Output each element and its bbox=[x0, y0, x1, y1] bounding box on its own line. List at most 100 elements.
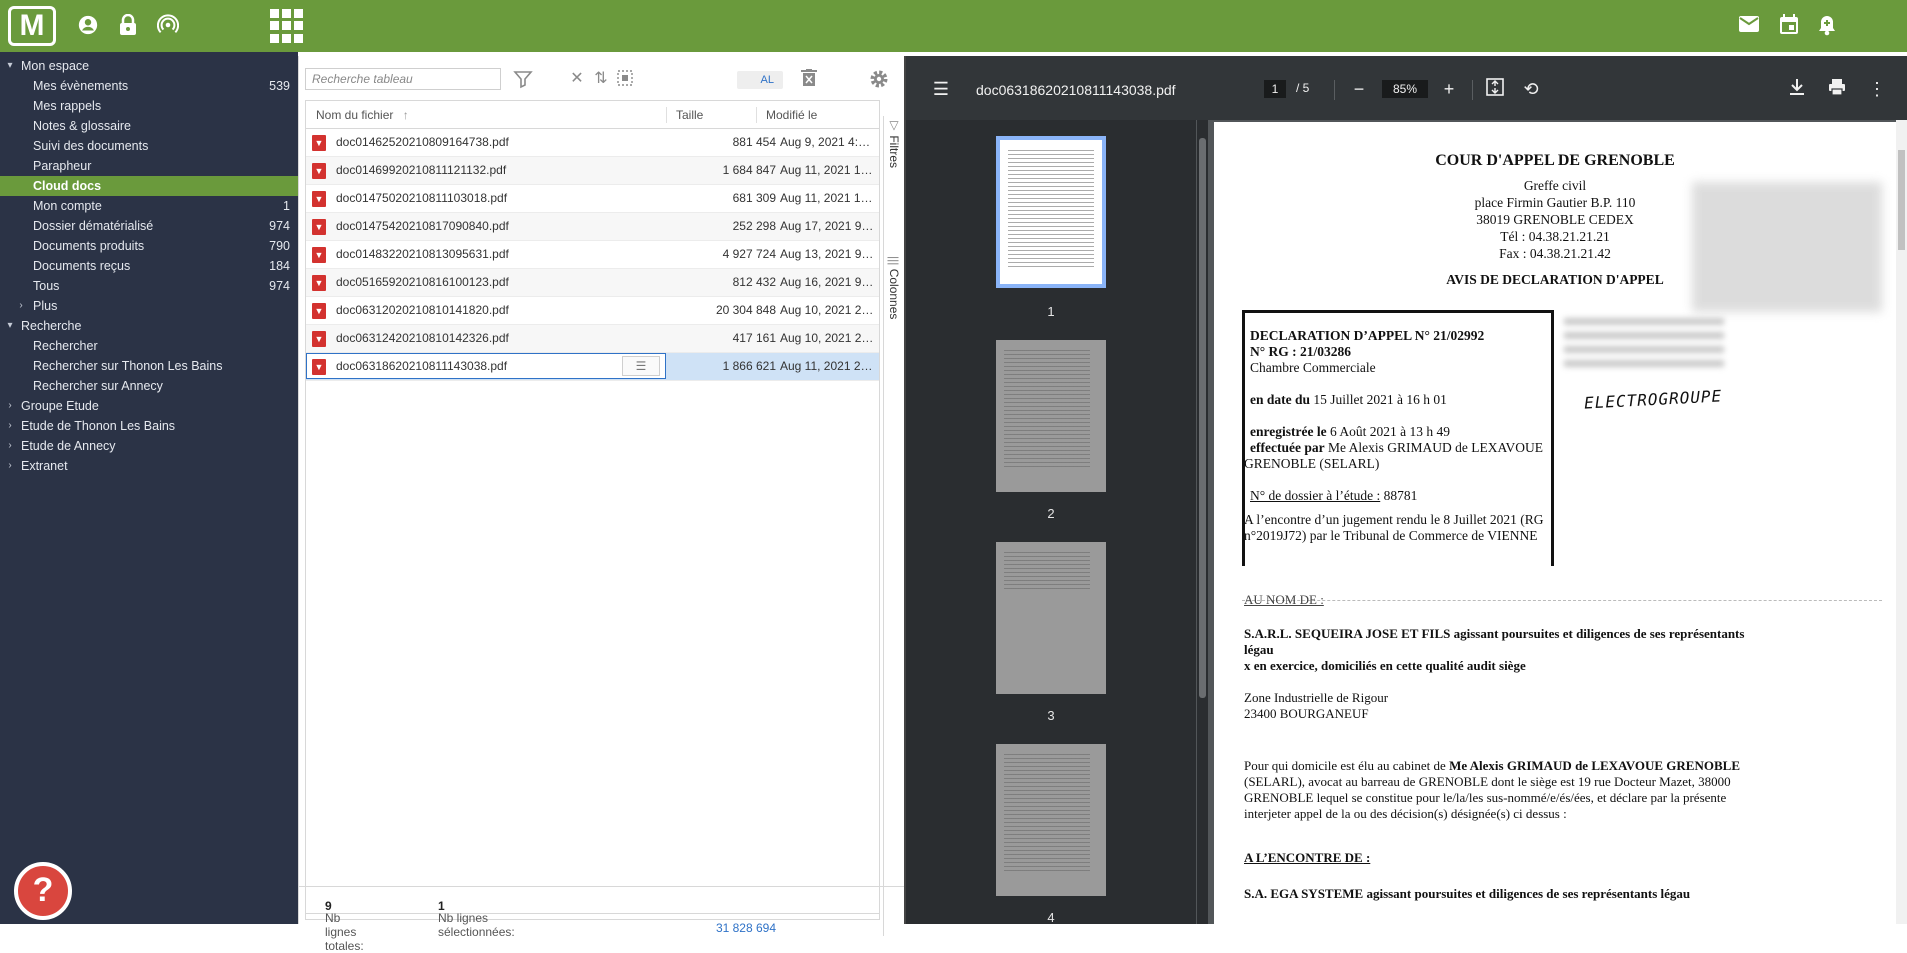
pdf-file-icon: ▼ bbox=[312, 275, 326, 291]
apps-grid-icon[interactable] bbox=[270, 9, 304, 43]
mail-icon[interactable] bbox=[1737, 14, 1761, 38]
sidebar-item-documents-produits[interactable]: Documents produits 790 bbox=[0, 236, 298, 256]
page-thumbnail[interactable] bbox=[996, 744, 1106, 896]
filters-tab[interactable]: ▽ Filtres bbox=[887, 118, 901, 168]
sidebar-item-count: 974 bbox=[269, 279, 290, 293]
sidebar-item-recherche[interactable]: ▾ Recherche bbox=[0, 316, 298, 336]
rotate-icon[interactable]: ⟲ bbox=[1520, 78, 1542, 100]
sidebar-item-label: Recherche bbox=[21, 319, 82, 333]
zoom-out-icon[interactable]: − bbox=[1348, 78, 1370, 100]
toolbar-divider bbox=[1472, 80, 1473, 100]
table-row[interactable]: ▼ doc01462520210809164738.pdf 881 454 Au… bbox=[306, 129, 879, 157]
table-row[interactable]: ▼ doc05165920210816100123.pdf 812 432 Au… bbox=[306, 269, 879, 297]
page-thumbnail[interactable] bbox=[996, 136, 1106, 288]
user-circle-icon[interactable] bbox=[76, 14, 100, 38]
fit-page-icon[interactable] bbox=[1484, 78, 1506, 100]
broadcast-icon[interactable] bbox=[156, 14, 180, 38]
sidebar-item-tous[interactable]: Tous 974 bbox=[0, 276, 298, 296]
table-row[interactable]: ▼ doc01483220210813095631.pdf 4 927 724 … bbox=[306, 241, 879, 269]
file-size: 681 309 bbox=[732, 191, 776, 205]
zoom-level-input[interactable]: 85% bbox=[1382, 80, 1428, 98]
sidebar-item-extranet[interactable]: › Extranet bbox=[0, 456, 298, 476]
table-row[interactable]: ▼ doc01475020210811103018.pdf 681 309 Au… bbox=[306, 185, 879, 213]
columns-tab[interactable]: ||| Colonnes bbox=[887, 256, 901, 319]
settings-gear-icon[interactable] bbox=[869, 69, 889, 89]
doc-dossier: N° de dossier à l’étude : 88781 bbox=[1250, 488, 1418, 503]
sidebar-item-count: 974 bbox=[269, 219, 290, 233]
sort-icon[interactable]: ⇅ bbox=[591, 69, 611, 89]
sidebar-item-parapheur[interactable]: Parapheur bbox=[0, 156, 298, 176]
doc-made-by: effectuée par Me Alexis GRIMAUD de LEXAV… bbox=[1250, 440, 1543, 455]
doc-court: COUR D'APPEL DE GRENOBLE bbox=[1435, 152, 1675, 169]
table-row[interactable]: ▼ doc06312420210810142326.pdf 417 161 Au… bbox=[306, 325, 879, 353]
filter-small-icon: ▽ bbox=[887, 118, 901, 132]
file-modified: Aug 10, 2021 2:1... bbox=[780, 331, 875, 345]
doc-tel: Tél : 04.38.21.21.21 bbox=[1500, 229, 1610, 244]
sidebar-item-mes-rappels[interactable]: Mes rappels bbox=[0, 96, 298, 116]
file-modified: Aug 17, 2021 9:0... bbox=[780, 219, 875, 233]
doc-para4: interjeter appel de la ou des décision(s… bbox=[1244, 806, 1567, 821]
table-search-input[interactable]: Recherche tableau bbox=[305, 68, 501, 90]
lock-icon[interactable] bbox=[116, 13, 140, 38]
pdf-viewer: ☰ doc06318620210811143038.pdf 1 / 5 − 85… bbox=[906, 56, 1907, 925]
column-header-modified[interactable]: Modifié le bbox=[756, 101, 876, 129]
sidebar-item-plus[interactable]: › Plus bbox=[0, 296, 298, 316]
download-icon[interactable] bbox=[1786, 78, 1808, 100]
select-area-icon[interactable] bbox=[615, 69, 635, 89]
sidebar-item-mon-compte[interactable]: Mon compte 1 bbox=[0, 196, 298, 216]
table-row-selected[interactable]: ▼ doc06318620210811143038.pdf ☰ 1 866 62… bbox=[306, 353, 879, 381]
doc-party2: S.A. EGA SYSTEME agissant poursuites et … bbox=[1244, 886, 1691, 901]
chevron-right-icon: › bbox=[19, 300, 23, 311]
calendar-icon[interactable] bbox=[1777, 14, 1801, 38]
doc-registered: enregistrée le 6 Août 2021 à 13 h 49 bbox=[1250, 424, 1450, 439]
selected-rows-label: Nb lignes sélectionnées: 1 bbox=[438, 899, 515, 939]
al-toggle[interactable]: AL bbox=[737, 71, 783, 89]
pdf-file-name: doc06318620210811143038.pdf bbox=[976, 82, 1176, 98]
print-icon[interactable] bbox=[1826, 78, 1848, 100]
row-menu-button[interactable]: ☰ bbox=[622, 356, 660, 376]
column-header-name[interactable]: Nom du fichier ↑ bbox=[306, 101, 666, 129]
filter-icon[interactable] bbox=[513, 69, 533, 89]
zoom-in-icon[interactable]: + bbox=[1438, 78, 1460, 100]
sidebar-item-etude-thonon[interactable]: › Etude de Thonon Les Bains bbox=[0, 416, 298, 436]
table-row[interactable]: ▼ doc01475420210817090840.pdf 252 298 Au… bbox=[306, 213, 879, 241]
more-vertical-icon[interactable]: ⋮ bbox=[1866, 78, 1888, 100]
page-number-input[interactable]: 1 bbox=[1264, 80, 1286, 98]
sidebar-item-suivi-documents[interactable]: Suivi des documents bbox=[0, 136, 298, 156]
sidebar-item-notes-glossaire[interactable]: Notes & glossaire bbox=[0, 116, 298, 136]
sidebar-item-label: Parapheur bbox=[33, 159, 92, 173]
doc-party1: S.A.R.L. SEQUEIRA JOSE ET FILS agissant … bbox=[1244, 626, 1745, 641]
doc-handwritten-note: ELECTROGROUPE bbox=[1583, 386, 1723, 413]
file-size: 812 432 bbox=[732, 275, 776, 289]
delete-icon[interactable] bbox=[799, 69, 819, 89]
page-scrollbar[interactable] bbox=[1896, 120, 1907, 924]
doc-rg: N° RG : 21/03286 bbox=[1250, 344, 1352, 359]
sidebar-item-etude-annecy[interactable]: › Etude de Annecy bbox=[0, 436, 298, 456]
table-row[interactable]: ▼ doc06312020210810141820.pdf 20 304 848… bbox=[306, 297, 879, 325]
page-thumbnail[interactable] bbox=[996, 542, 1106, 694]
sidebar-item-rechercher-annecy[interactable]: Rechercher sur Annecy bbox=[0, 376, 298, 396]
sidebar-item-mon-espace[interactable]: ▾ Mon espace bbox=[0, 56, 298, 76]
help-button[interactable]: ? bbox=[14, 862, 72, 920]
sidebar-item-mes-evenements[interactable]: Mes évènements 539 bbox=[0, 76, 298, 96]
sidebar-item-rechercher-thonon[interactable]: Rechercher sur Thonon Les Bains bbox=[0, 356, 298, 376]
thumbnail-number: 2 bbox=[1047, 506, 1055, 521]
table-row[interactable]: ▼ doc01469920210811121132.pdf 1 684 847 … bbox=[306, 157, 879, 185]
sidebar-item-dossier-dematerialise[interactable]: Dossier dématérialisé 974 bbox=[0, 216, 298, 236]
sidebar-item-label: Groupe Etude bbox=[21, 399, 99, 413]
sidebar-item-count: 790 bbox=[269, 239, 290, 253]
file-name: doc01483220210813095631.pdf bbox=[336, 247, 509, 261]
bell-plus-icon[interactable] bbox=[1815, 14, 1839, 38]
column-header-size[interactable]: Taille bbox=[666, 101, 756, 129]
sidebar-item-groupe-etude[interactable]: › Groupe Etude bbox=[0, 396, 298, 416]
side-tabs: ▽ Filtres ||| Colonnes bbox=[883, 116, 903, 936]
sidebar-item-rechercher[interactable]: Rechercher bbox=[0, 336, 298, 356]
sidebar-item-documents-recus[interactable]: Documents reçus 184 bbox=[0, 256, 298, 276]
thumbnail-scrollbar[interactable] bbox=[1197, 120, 1208, 924]
clear-icon[interactable]: ✕ bbox=[567, 69, 587, 89]
sidebar-item-cloud-docs[interactable]: Cloud docs bbox=[0, 176, 298, 196]
menu-icon[interactable]: ☰ bbox=[930, 78, 952, 100]
doc-declaration-number: DECLARATION D’APPEL N° 21/02992 bbox=[1250, 328, 1485, 343]
page-thumbnail[interactable] bbox=[996, 340, 1106, 492]
app-logo[interactable]: M bbox=[8, 6, 56, 46]
